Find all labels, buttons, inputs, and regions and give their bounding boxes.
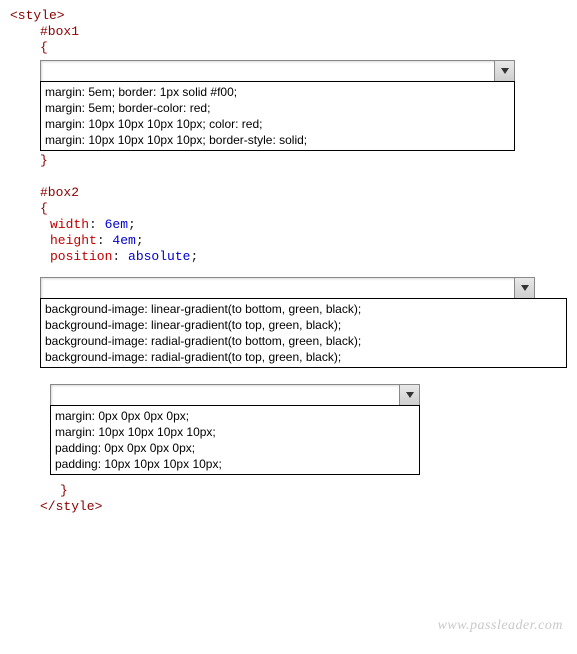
css-declaration: height: 4em; xyxy=(10,233,567,249)
css-val: 4em xyxy=(112,233,135,248)
option[interactable]: margin: 5em; border-color: red; xyxy=(45,100,510,116)
css-val: 6em xyxy=(105,217,128,232)
option[interactable]: background-image: linear-gradient(to bot… xyxy=(45,301,562,317)
option[interactable]: margin: 5em; border: 1px solid #f00; xyxy=(45,84,510,100)
option[interactable]: margin: 10px 10px 10px 10px; xyxy=(55,424,415,440)
css-prop: height xyxy=(50,233,97,248)
option[interactable]: margin: 0px 0px 0px 0px; xyxy=(55,408,415,424)
dropdown-2[interactable] xyxy=(40,277,535,299)
dropdown-1-options[interactable]: margin: 5em; border: 1px solid #f00; mar… xyxy=(40,81,515,151)
dropdown-3-block: margin: 0px 0px 0px 0px; margin: 10px 10… xyxy=(50,384,567,475)
option[interactable]: background-image: linear-gradient(to top… xyxy=(45,317,562,333)
option[interactable]: margin: 10px 10px 10px 10px; color: red; xyxy=(45,116,510,132)
brace-open-2: { xyxy=(10,201,567,217)
brace-close-1: } xyxy=(10,153,567,169)
watermark-text: www.passleader.com xyxy=(438,618,563,634)
option[interactable]: padding: 0px 0px 0px 0px; xyxy=(55,440,415,456)
dropdown-3-options[interactable]: margin: 0px 0px 0px 0px; margin: 10px 10… xyxy=(50,405,420,475)
code-block: <style> #box1 { margin: 5em; border: 1px… xyxy=(0,0,577,523)
dropdown-2-block: background-image: linear-gradient(to bot… xyxy=(40,277,567,368)
dropdown-3[interactable] xyxy=(50,384,420,406)
brace-open-1: { xyxy=(10,40,567,56)
option[interactable]: margin: 10px 10px 10px 10px; border-styl… xyxy=(45,132,510,148)
dropdown-3-value xyxy=(51,385,399,405)
css-declaration: position: absolute; xyxy=(10,249,567,265)
style-close-tag: </style> xyxy=(10,499,567,515)
css-val: absolute xyxy=(128,249,190,264)
option[interactable]: background-image: radial-gradient(to top… xyxy=(45,349,562,365)
option[interactable]: background-image: radial-gradient(to bot… xyxy=(45,333,562,349)
css-prop: width xyxy=(50,217,89,232)
dropdown-2-value xyxy=(41,278,514,298)
dropdown-arrow-icon[interactable] xyxy=(494,61,514,81)
option[interactable]: padding: 10px 10px 10px 10px; xyxy=(55,456,415,472)
dropdown-1-block: margin: 5em; border: 1px solid #f00; mar… xyxy=(40,60,567,151)
dropdown-1-value xyxy=(41,61,494,81)
selector-box2: #box2 xyxy=(10,185,567,201)
css-prop: position xyxy=(50,249,112,264)
brace-close-2: } xyxy=(10,483,567,499)
dropdown-1[interactable] xyxy=(40,60,515,82)
style-open-tag: <style> xyxy=(10,8,567,24)
dropdown-arrow-icon[interactable] xyxy=(514,278,534,298)
dropdown-2-options[interactable]: background-image: linear-gradient(to bot… xyxy=(40,298,567,368)
selector-box1: #box1 xyxy=(10,24,567,40)
css-declaration: width: 6em; xyxy=(10,217,567,233)
dropdown-arrow-icon[interactable] xyxy=(399,385,419,405)
